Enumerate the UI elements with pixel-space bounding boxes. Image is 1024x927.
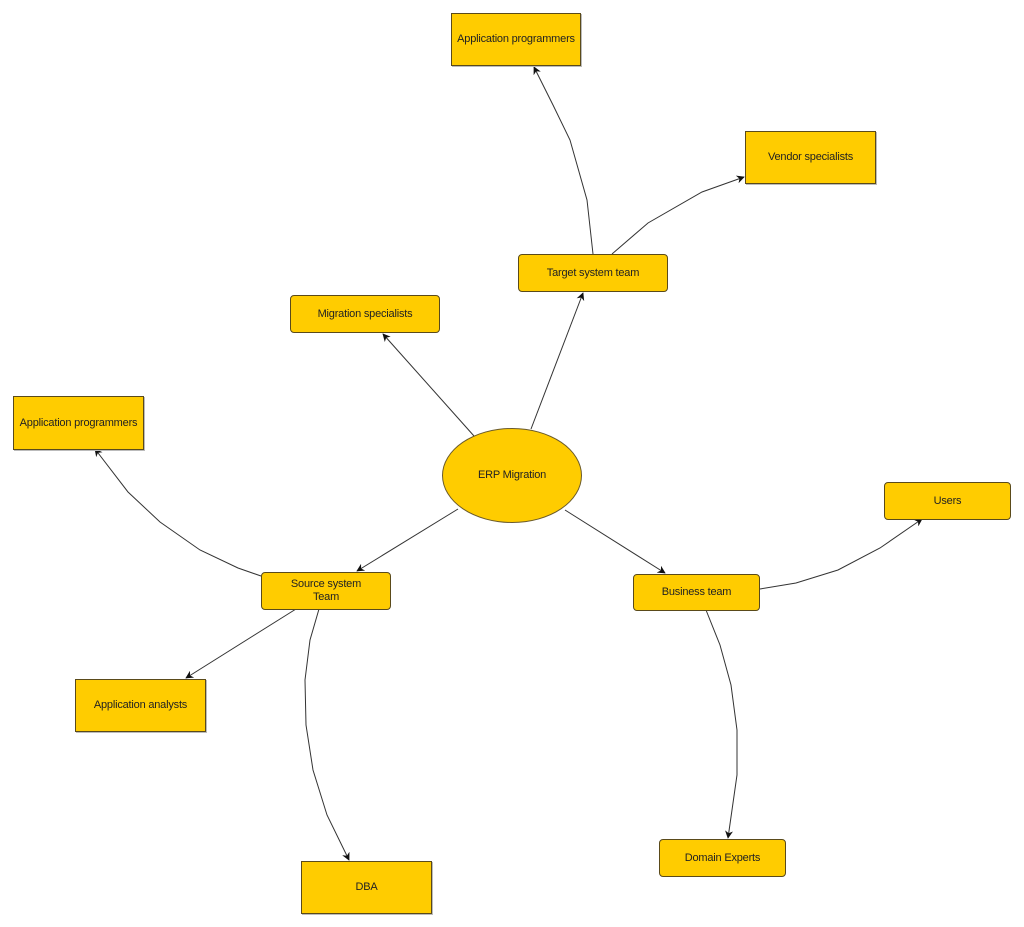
edge-source-to-analysts bbox=[185, 608, 297, 679]
edge-business-to-users bbox=[759, 518, 923, 590]
edge-business-to-domain bbox=[705, 609, 738, 839]
edge-erp-to-source bbox=[356, 508, 459, 572]
node-application-analysts[interactable]: Application analysts bbox=[75, 679, 206, 732]
edge-target-to-vendor bbox=[611, 175, 745, 255]
node-application-programmers-left[interactable]: Application programmers bbox=[13, 396, 144, 450]
node-application-programmers-top[interactable]: Application programmers bbox=[451, 13, 581, 66]
node-source-system-team[interactable]: Source system Team bbox=[261, 572, 391, 610]
node-vendor-specialists[interactable]: Vendor specialists bbox=[745, 131, 876, 184]
node-target-system-team[interactable]: Target system team bbox=[518, 254, 668, 292]
edge-erp-to-target bbox=[530, 292, 585, 430]
edge-erp-to-migration bbox=[382, 333, 475, 437]
edge-source-to-appprog-left bbox=[94, 448, 262, 577]
edge-erp-to-business bbox=[564, 509, 666, 574]
node-erp-migration[interactable]: ERP Migration bbox=[442, 428, 582, 523]
node-domain-experts[interactable]: Domain Experts bbox=[659, 839, 786, 877]
node-migration-specialists[interactable]: Migration specialists bbox=[290, 295, 440, 333]
edge-source-to-dba bbox=[304, 608, 350, 861]
node-users[interactable]: Users bbox=[884, 482, 1011, 520]
edge-target-to-appprog-top bbox=[533, 66, 594, 255]
node-business-team[interactable]: Business team bbox=[633, 574, 760, 611]
node-dba[interactable]: DBA bbox=[301, 861, 432, 914]
